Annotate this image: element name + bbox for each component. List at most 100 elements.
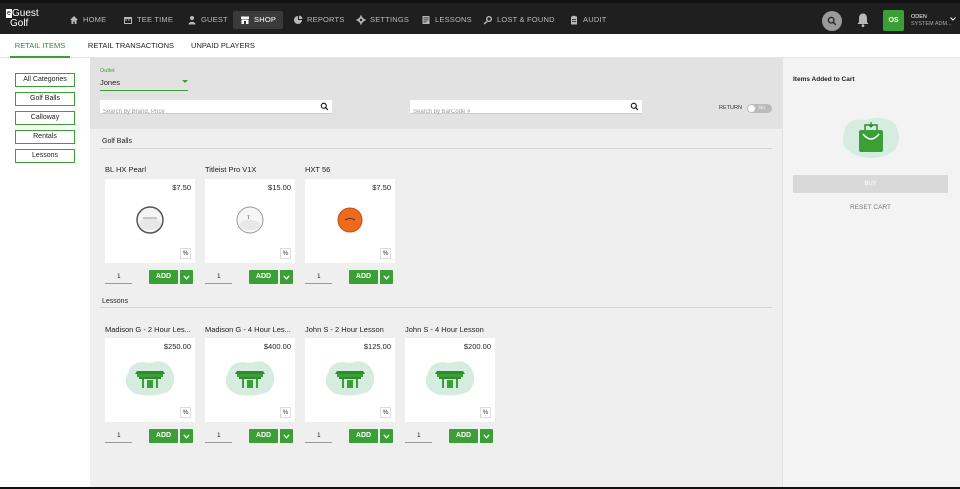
toggle-state: No	[759, 105, 765, 110]
caret-down-icon[interactable]	[182, 80, 188, 83]
search-icon[interactable]	[320, 102, 329, 111]
brand-price-search-input[interactable]	[100, 105, 332, 119]
add-button[interactable]: ADD	[249, 270, 278, 284]
search-icon[interactable]	[630, 102, 639, 111]
home-icon	[70, 16, 78, 24]
add-options-button[interactable]	[179, 429, 193, 443]
logo-line2: Golf	[10, 18, 29, 29]
add-options-button[interactable]	[379, 270, 393, 284]
add-options-button[interactable]	[179, 270, 193, 284]
user-role: SYSTEM ADM...	[911, 21, 952, 27]
product-card[interactable]: $15.00 T %	[205, 179, 295, 263]
add-button[interactable]: ADD	[349, 429, 378, 443]
product-name: Titleist Pro V1X	[205, 165, 257, 174]
add-options-button[interactable]	[279, 270, 293, 284]
category-all[interactable]: All Categories	[15, 73, 75, 87]
guest-golf-logo[interactable]: eGuest Golf	[6, 9, 40, 33]
product-card[interactable]: $7.50 %	[105, 179, 195, 263]
add-button[interactable]: ADD	[149, 429, 178, 443]
shop-placeholder-icon	[125, 361, 175, 396]
quantity-input[interactable]: 1	[405, 429, 432, 443]
shop-placeholder-icon	[225, 361, 275, 396]
lessons-icon	[422, 16, 430, 24]
chevron-down-icon[interactable]	[950, 16, 956, 22]
product-card[interactable]: $125.00 %	[305, 338, 395, 422]
product-price: $7.50	[372, 183, 391, 192]
quantity-input[interactable]: 1	[305, 270, 332, 284]
section-divider	[100, 148, 772, 149]
nav-audit[interactable]: AUDIT	[562, 11, 614, 29]
category-calloway[interactable]: Calloway	[15, 111, 75, 125]
nav-tee-time[interactable]: TEE TIME	[116, 11, 180, 29]
nav-lost-found[interactable]: LOST & FOUND	[476, 11, 562, 29]
discount-button[interactable]: %	[180, 248, 191, 259]
discount-button[interactable]: %	[380, 407, 391, 418]
product-name: Madison G - 4 Hour Les...	[205, 325, 291, 334]
add-options-button[interactable]	[479, 429, 493, 443]
category-lessons[interactable]: Lessons	[15, 149, 75, 163]
audit-icon	[571, 15, 577, 25]
nav-lessons[interactable]: LESSONS	[414, 11, 479, 29]
reset-cart-button[interactable]: RESET CART	[793, 204, 948, 211]
quantity-input[interactable]: 1	[205, 270, 232, 284]
category-rentals[interactable]: Rentals	[15, 130, 75, 144]
bell-icon[interactable]	[855, 12, 871, 28]
quantity-input[interactable]: 1	[105, 270, 132, 284]
product-card[interactable]: $200.00 %	[405, 338, 495, 422]
product-price: $200.00	[463, 342, 491, 351]
add-button[interactable]: ADD	[249, 429, 278, 443]
filter-bar: Outlet Jones RETURN No	[90, 58, 782, 129]
global-search-button[interactable]	[822, 11, 842, 31]
lost-found-icon	[483, 16, 492, 25]
product-price: $250.00	[163, 342, 191, 351]
quantity-input[interactable]: 1	[105, 429, 132, 443]
discount-button[interactable]: %	[280, 248, 291, 259]
nav-settings[interactable]: SETTINGS	[349, 11, 416, 29]
quantity-input[interactable]: 1	[305, 429, 332, 443]
product-card[interactable]: $7.50 %	[305, 179, 395, 263]
add-options-button[interactable]	[379, 429, 393, 443]
cart-panel: Items Added to Cart BUY RESET CART	[782, 58, 960, 489]
user-name: ODEN	[911, 14, 927, 20]
chevron-down-icon	[383, 274, 390, 280]
calendar-icon	[124, 17, 132, 24]
discount-button[interactable]: %	[180, 407, 191, 418]
discount-button[interactable]: %	[480, 407, 491, 418]
discount-button[interactable]: %	[280, 407, 291, 418]
add-button[interactable]: ADD	[149, 270, 178, 284]
nav-reports[interactable]: REPORTS	[286, 11, 352, 29]
tab-retail-transactions[interactable]: RETAIL TRANSACTIONS	[86, 34, 176, 58]
tab-retail-items[interactable]: RETAIL ITEMS	[10, 34, 70, 58]
nav-shop[interactable]: SHOP	[233, 11, 284, 29]
shop-placeholder-icon	[325, 361, 375, 396]
product-card[interactable]: $400.00 %	[205, 338, 295, 422]
svg-text:T: T	[247, 216, 250, 221]
add-button[interactable]: ADD	[349, 270, 378, 284]
return-toggle[interactable]: No	[747, 104, 772, 113]
product-name: Madison G - 2 Hour Les...	[105, 325, 191, 334]
barcode-search-input[interactable]	[410, 105, 642, 119]
category-panel: All Categories Golf Balls Calloway Renta…	[0, 58, 90, 489]
discount-button[interactable]: %	[380, 248, 391, 259]
nav-audit-label: AUDIT	[583, 15, 607, 24]
tab-unpaid-players[interactable]: UNPAID PLAYERS	[188, 34, 258, 58]
user-menu[interactable]: ODEN SYSTEM ADM...	[911, 14, 952, 28]
nav-lost-found-label: LOST & FOUND	[497, 15, 555, 24]
nav-guest[interactable]: GUEST	[180, 11, 235, 29]
product-name: John S - 2 Hour Lesson	[305, 325, 384, 334]
buy-button[interactable]: BUY	[793, 175, 948, 193]
product-name: BL HX Pearl	[105, 165, 146, 174]
orange-golf-ball-image	[337, 207, 363, 233]
add-options-button[interactable]	[279, 429, 293, 443]
nav-home[interactable]: HOME	[62, 11, 113, 29]
return-label: RETURN	[719, 105, 742, 111]
golf-ball-image: T	[236, 206, 264, 234]
brand-price-search	[100, 100, 332, 119]
user-avatar[interactable]: OS	[883, 10, 904, 31]
quantity-input[interactable]: 1	[205, 429, 232, 443]
add-button[interactable]: ADD	[449, 429, 478, 443]
outlet-select[interactable]: Jones	[100, 78, 120, 87]
outlet-underline	[100, 90, 188, 91]
category-golf-balls[interactable]: Golf Balls	[15, 92, 75, 106]
product-card[interactable]: $250.00 %	[105, 338, 195, 422]
